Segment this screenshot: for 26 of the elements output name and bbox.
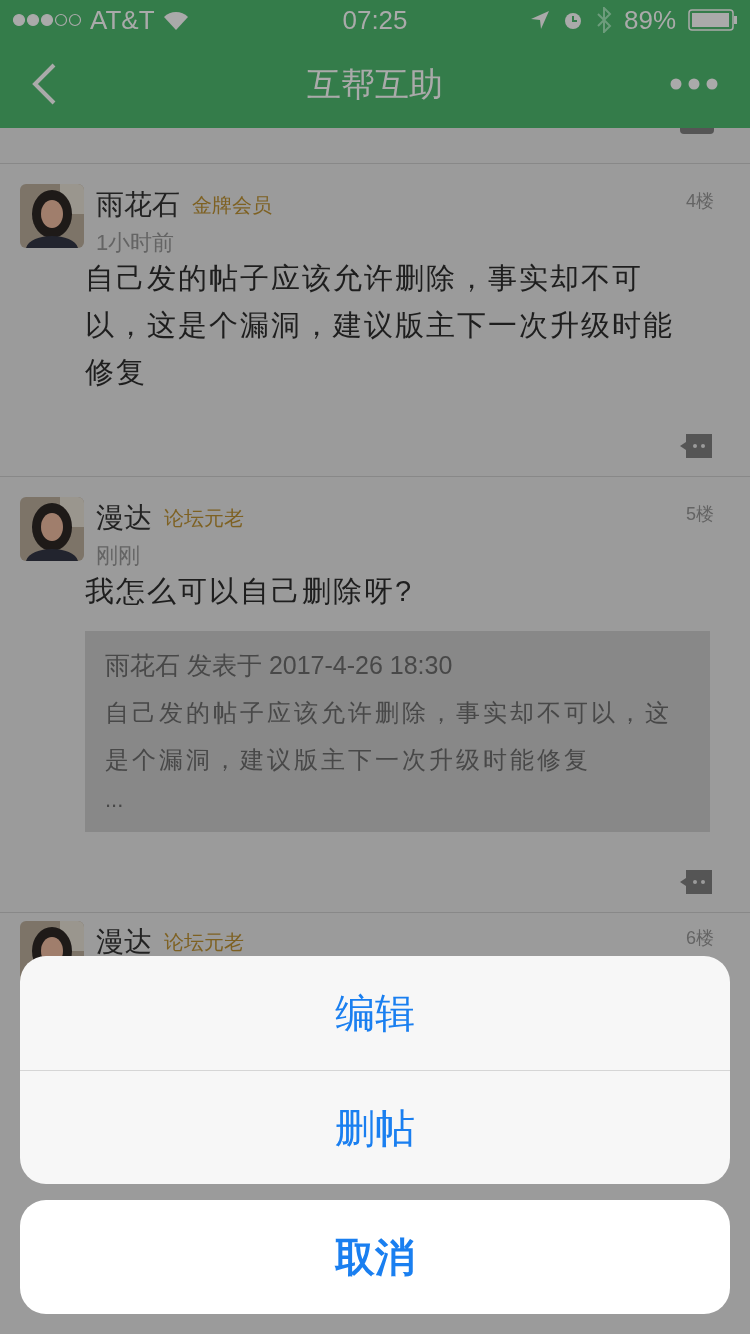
location-icon (529, 10, 550, 30)
battery-icon (688, 9, 738, 31)
quote-text: 自己发的帖子应该允许删除，事实却不可以，这是个漏洞，建议版主下一次升级时能修复 (105, 697, 673, 775)
battery-percent: 89% (623, 3, 676, 37)
member-rank-label: 论坛元老 (164, 506, 244, 531)
post-text: 自己发的帖子应该允许删除，事实却不可以，这是个漏洞，建议版主下一次升级时能修复 (85, 261, 675, 390)
bluetooth-icon (595, 7, 612, 33)
wifi-icon (162, 10, 189, 30)
action-sheet-option[interactable]: 编辑 (20, 956, 730, 1070)
post-text: 我怎么可以自己删除呀? (85, 574, 415, 609)
comment-icon[interactable] (678, 432, 714, 460)
comment-icon[interactable] (680, 128, 714, 134)
quote-ellipsis: ... (105, 785, 124, 814)
author-name: 漫达 (96, 501, 152, 535)
comment-icon[interactable] (678, 867, 714, 896)
signal-icon (12, 13, 82, 27)
member-rank-label: 金牌会员 (192, 193, 272, 218)
page-title: 互帮互助 (306, 63, 444, 105)
quote-header: 雨花石 发表于 2017-4-26 18:30 (105, 650, 454, 681)
cancel-button[interactable]: 取消 (20, 1200, 730, 1314)
carrier-name: AT&T (90, 3, 155, 37)
action-sheet-option[interactable]: 删帖 (20, 1070, 730, 1184)
member-rank-label: 论坛元老 (164, 929, 244, 955)
author-name: 漫达 (96, 924, 152, 959)
author-name: 雨花石 (96, 188, 180, 222)
clock: 07:25 (342, 3, 408, 37)
